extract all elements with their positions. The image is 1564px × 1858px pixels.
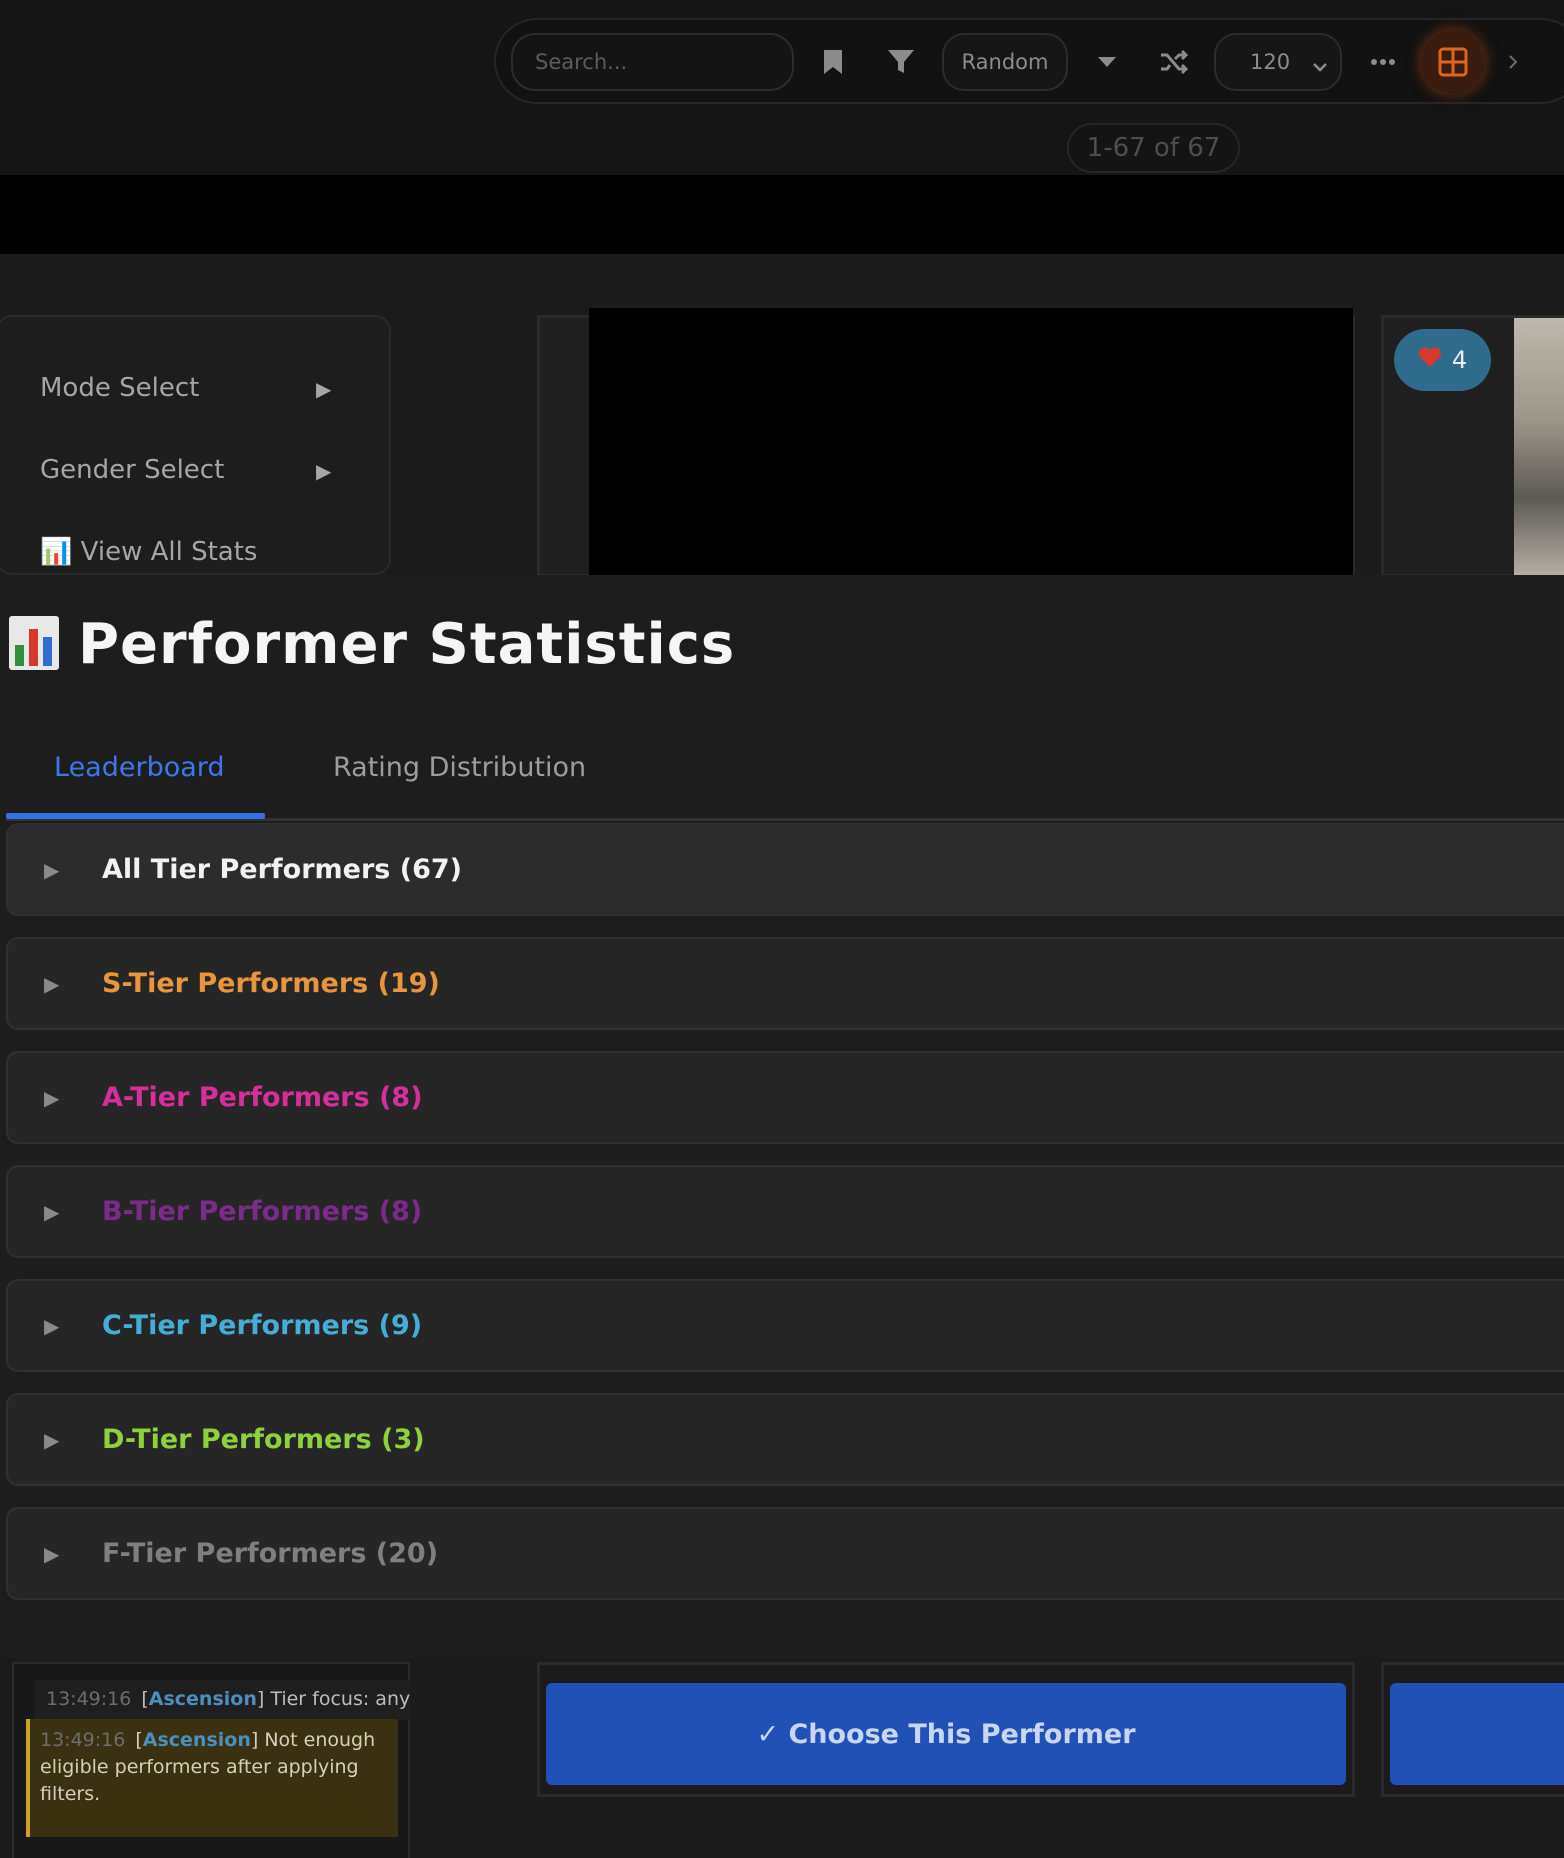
performer-image [589, 308, 1353, 592]
activity-log: 13:49:16 [Ascension] Tier focus: any 13:4… [12, 1662, 410, 1858]
tier-row-all[interactable]: ▶ All Tier Performers (67) [6, 823, 1564, 916]
view-all-stats-label: View All Stats [80, 537, 258, 567]
bookmark-icon[interactable] [818, 45, 848, 79]
side-menu: Mode Select ▶ Gender Select ▶ 📊 View All… [0, 315, 391, 575]
performer-thumbnail [1514, 318, 1564, 575]
log-tag: Ascension [148, 1688, 257, 1710]
expand-arrow-icon: ▶ [44, 1199, 60, 1224]
expand-arrow-icon: ▶ [44, 1313, 60, 1338]
chevron-right-icon[interactable] [1504, 50, 1522, 74]
tier-row-s[interactable]: ▶ S-Tier Performers (19) [6, 937, 1564, 1030]
log-timestamp: 13:49:16 [40, 1729, 126, 1751]
tab-leaderboard[interactable]: Leaderboard [54, 752, 225, 783]
tier-label: B-Tier Performers (8) [102, 1196, 423, 1227]
per-page-select[interactable]: 120 [1214, 33, 1342, 91]
log-tag: Ascension [142, 1729, 251, 1751]
tier-row-a[interactable]: ▶ A-Tier Performers (8) [6, 1051, 1564, 1144]
tier-row-f[interactable]: ▶ F-Tier Performers (20) [6, 1507, 1564, 1600]
tier-label: All Tier Performers (67) [102, 854, 463, 885]
sort-button[interactable]: Random [942, 33, 1068, 91]
tier-label: C-Tier Performers (9) [102, 1310, 423, 1341]
log-entry-warning: 13:49:16 [Ascension] Not enough eligible … [26, 1719, 398, 1837]
expand-arrow-icon: ▶ [316, 459, 332, 483]
tier-row-d[interactable]: ▶ D-Tier Performers (3) [6, 1393, 1564, 1486]
modal-title-text: Performer Statistics [78, 612, 736, 677]
expand-arrow-icon: ▶ [44, 1085, 60, 1110]
per-page-value: 120 [1250, 50, 1291, 74]
chart-icon [8, 615, 60, 675]
choose-performer-button[interactable]: ✓ Choose This Performer [546, 1683, 1346, 1785]
grid-view-icon[interactable] [1421, 30, 1485, 94]
view-all-stats-item[interactable]: 📊 View All Stats [40, 537, 257, 567]
modal-title: Performer Statistics [8, 612, 735, 677]
expand-arrow-icon: ▶ [44, 1541, 60, 1566]
log-timestamp: 13:49:16 [46, 1688, 132, 1710]
tier-label: F-Tier Performers (20) [102, 1538, 439, 1569]
tier-label: S-Tier Performers (19) [102, 968, 440, 999]
sort-direction-caret-icon[interactable] [1092, 50, 1122, 74]
expand-arrow-icon: ▶ [44, 1427, 60, 1452]
tab-rating-distribution[interactable]: Rating Distribution [333, 752, 586, 783]
expand-arrow-icon: ▶ [316, 377, 332, 401]
choose-performer-button-2[interactable] [1390, 1683, 1564, 1785]
expand-arrow-icon: ▶ [44, 971, 60, 996]
tier-label: A-Tier Performers (8) [102, 1082, 423, 1113]
badge-count: 4 [1451, 346, 1468, 374]
heart-icon [1418, 346, 1442, 374]
more-options-icon[interactable] [1368, 52, 1398, 72]
rating-badge: 4 [1394, 329, 1491, 391]
shuffle-icon[interactable] [1156, 46, 1192, 78]
header-band [0, 175, 1564, 254]
chevron-down-icon [1312, 53, 1328, 77]
filter-icon[interactable] [884, 46, 918, 78]
log-entry: 13:49:16 [Ascension] Tier focus: any [34, 1680, 410, 1720]
result-count: 1-67 of 67 [1067, 123, 1240, 173]
active-tab-indicator [6, 813, 265, 819]
search-input[interactable]: Search... [511, 33, 794, 91]
tier-row-b[interactable]: ▶ B-Tier Performers (8) [6, 1165, 1564, 1258]
tier-label: D-Tier Performers (3) [102, 1424, 425, 1455]
expand-arrow-icon: ▶ [44, 857, 60, 882]
chart-icon: 📊 [40, 537, 73, 567]
gender-select-item[interactable]: Gender Select [40, 455, 224, 485]
tier-row-c[interactable]: ▶ C-Tier Performers (9) [6, 1279, 1564, 1372]
mode-select-item[interactable]: Mode Select [40, 373, 199, 403]
log-message: Tier focus: any [270, 1688, 411, 1710]
